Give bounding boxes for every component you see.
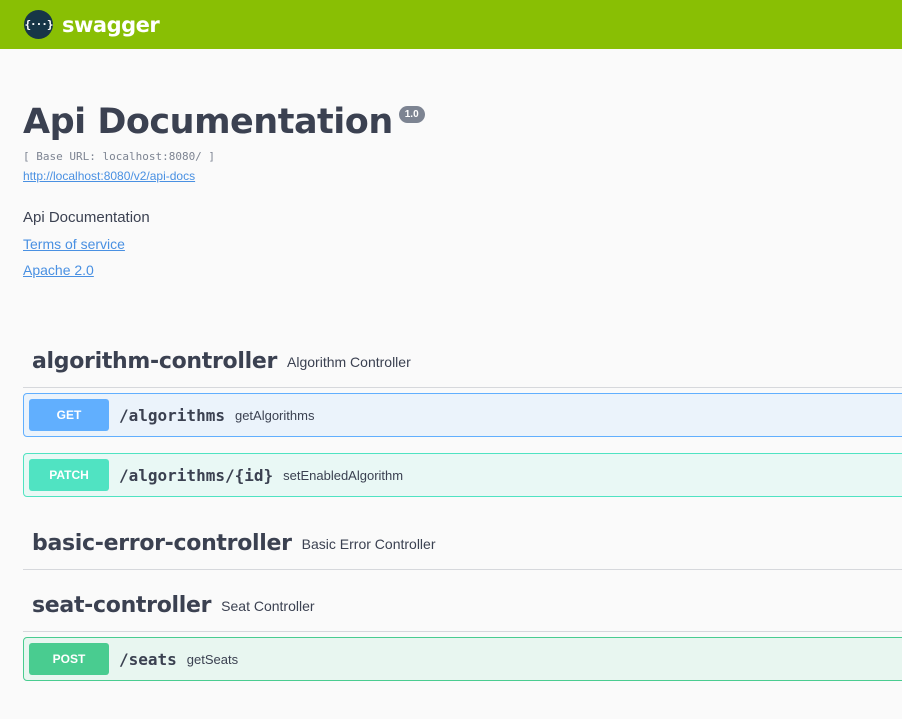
api-docs-link[interactable]: http://localhost:8080/v2/api-docs <box>23 169 425 183</box>
api-info: Api Documentation 1.0 [ Base URL: localh… <box>23 98 425 278</box>
logo-glyph: {···} <box>24 18 53 31</box>
tag-description: Algorithm Controller <box>287 353 411 370</box>
operation-summary: setEnabledAlgorithm <box>283 467 404 483</box>
operation-get-algorithms[interactable]: GET /algorithms getAlgorithms <box>23 393 902 437</box>
tag-basic-error-controller[interactable]: basic-error-controller Basic Error Contr… <box>23 518 902 570</box>
swagger-logo-icon[interactable]: {···} <box>24 10 54 39</box>
title-row: Api Documentation 1.0 <box>23 98 425 146</box>
tag-description: Basic Error Controller <box>301 535 436 552</box>
tag-name: seat-controller <box>32 593 212 618</box>
logo-text[interactable]: swagger <box>62 13 160 37</box>
operation-path: /algorithms <box>119 405 225 425</box>
tag-algorithm-controller[interactable]: algorithm-controller Algorithm Controlle… <box>23 336 902 388</box>
version-badge: 1.0 <box>398 106 425 123</box>
topbar: {···} swagger <box>0 0 902 49</box>
tag-name: algorithm-controller <box>32 349 278 374</box>
page-title: Api Documentation <box>23 102 393 142</box>
license-link[interactable]: Apache 2.0 <box>23 262 425 278</box>
operation-path: /algorithms/{id} <box>119 465 274 485</box>
method-badge: POST <box>29 643 109 675</box>
operation-summary: getSeats <box>186 651 239 667</box>
tag-name: basic-error-controller <box>32 531 292 556</box>
terms-of-service-link[interactable]: Terms of service <box>23 236 425 252</box>
method-badge: GET <box>29 399 109 431</box>
tag-description: Seat Controller <box>221 597 315 614</box>
tag-seat-controller[interactable]: seat-controller Seat Controller <box>23 580 902 632</box>
base-url: [ Base URL: localhost:8080/ ] <box>23 150 216 163</box>
operation-summary: getAlgorithms <box>234 407 315 423</box>
operation-path: /seats <box>119 649 177 669</box>
operation-patch-algorithm[interactable]: PATCH /algorithms/{id} setEnabledAlgorit… <box>23 453 902 497</box>
method-badge: PATCH <box>29 459 109 491</box>
api-description: Api Documentation <box>23 209 150 226</box>
operation-post-seats[interactable]: POST /seats getSeats <box>23 637 902 681</box>
